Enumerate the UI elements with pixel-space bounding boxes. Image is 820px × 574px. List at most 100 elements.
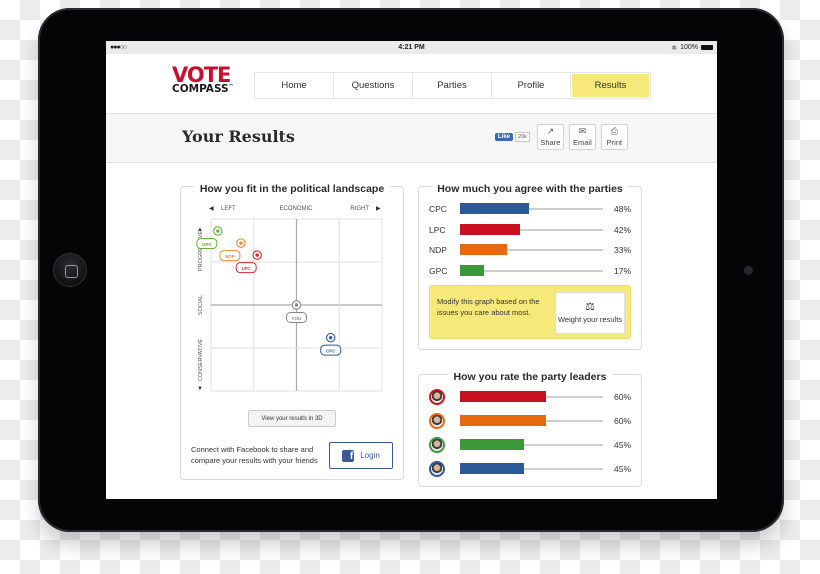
bar-fill — [460, 439, 525, 450]
axis-left-arrow: ◀ — [209, 206, 214, 212]
bar-value: 48% — [613, 204, 631, 214]
leader-avatar — [429, 389, 445, 405]
political-landscape-chart: ◀ LEFT ECONOMIC RIGHT ▶ ▲ PROGRESSIVE SO… — [196, 206, 383, 392]
party-label: LPC — [429, 224, 446, 235]
weight-results-box: Modify this graph based on the issues yo… — [429, 285, 631, 339]
view-3d-button[interactable]: View your results in 3D — [248, 410, 336, 427]
point-label: GPC — [202, 242, 213, 247]
bar-fill — [460, 264, 485, 276]
agreement-panel: How much you agree with the parties CPC 4… — [418, 183, 642, 350]
nav-home[interactable]: Home — [255, 73, 334, 98]
share-label: Share — [540, 138, 561, 147]
leader-avatar — [429, 461, 445, 477]
agreement-row: CPC 48% — [429, 203, 631, 215]
agreement-title: How much you agree with the parties — [431, 183, 629, 195]
axis-down-arrow: ▼ — [197, 386, 203, 392]
logo-compass-text: COMPASS — [172, 83, 229, 95]
logo-tm: ™ — [228, 83, 234, 90]
status-bar: ●●●○○ 4:21 PM ✱ 100% — [106, 41, 717, 54]
point-dot — [329, 335, 333, 340]
home-button[interactable] — [53, 253, 87, 287]
agreement-row: LPC 42% — [429, 223, 631, 236]
status-time: 4:21 PM — [398, 44, 425, 51]
bar-value: 60% — [613, 392, 631, 402]
agreement-row: NDP 33% — [429, 244, 631, 256]
email-label: Email — [573, 138, 592, 147]
nav-profile[interactable]: Profile — [492, 73, 571, 98]
axis-conservative-label: CONSERVATIVE — [198, 339, 204, 382]
agreement-row: GPC 17% — [429, 264, 631, 277]
facebook-connect-text: Connect with Facebook to share and compa… — [191, 445, 318, 466]
axis-social-label: SOCIAL — [198, 295, 204, 315]
leader-avatar — [429, 437, 445, 453]
bar-value: 60% — [613, 416, 631, 426]
point-label: NDP — [225, 254, 235, 259]
bar-value: 42% — [613, 224, 631, 235]
axis-right-label: RIGHT — [350, 206, 369, 212]
leader-row: 45% — [429, 437, 631, 453]
scales-icon: ⚖ — [585, 300, 595, 313]
leader-row: 60% — [429, 389, 631, 405]
page-title: Your Results — [182, 127, 295, 146]
nav-results[interactable]: Results — [572, 74, 649, 97]
point-dot — [294, 303, 299, 307]
bar-value: 45% — [613, 464, 631, 474]
leader-avatar — [429, 413, 445, 429]
leader-row: 45% — [429, 461, 631, 477]
bar-value: 45% — [613, 440, 631, 450]
envelope-icon: ✉ — [578, 126, 587, 136]
facebook-like-button[interactable]: Like 20k — [495, 132, 530, 142]
bar-fill — [460, 244, 508, 255]
axis-economic-label: ECONOMIC — [280, 206, 314, 212]
facebook-login-button[interactable]: f Login — [329, 442, 393, 469]
external-link-icon: ↗ — [546, 126, 555, 136]
weight-results-text: Modify this graph based on the issues yo… — [437, 297, 540, 317]
bar-fill — [460, 203, 529, 214]
agreement-title-wrap: How much you agree with the parties — [419, 179, 641, 197]
point-dot — [239, 241, 243, 245]
bar-value: 33% — [613, 245, 631, 255]
facebook-like-label: Like — [495, 133, 514, 141]
screen: ●●●○○ 4:21 PM ✱ 100% VOTE COMPASS™ Home … — [106, 41, 717, 499]
point-label: YOU — [292, 316, 302, 321]
axis-progressive-label: PROGRESSIVE — [198, 231, 204, 271]
leader-row: 60% — [429, 413, 631, 429]
point-dot — [255, 253, 259, 257]
bar-fill — [460, 415, 546, 426]
party-label: NDP — [429, 245, 447, 255]
facebook-login-label: Login — [360, 451, 380, 460]
email-button[interactable]: ✉ Email — [568, 124, 596, 150]
print-label: Print — [606, 138, 623, 147]
share-button[interactable]: ↗ Share — [536, 124, 564, 150]
axis-left-label: LEFT — [221, 206, 236, 212]
weight-results-label: Weight your results — [557, 314, 623, 324]
axis-right-arrow: ▶ — [376, 206, 381, 212]
bar-value: 17% — [613, 265, 631, 276]
bar-fill — [460, 391, 546, 402]
title-bar: Your Results Like 20k ↗ Share ✉ Email ⎙ … — [106, 113, 717, 163]
weight-results-button[interactable]: ⚖ Weight your results — [555, 292, 625, 334]
logo-compass: COMPASS™ — [172, 84, 234, 95]
nav-parties[interactable]: Parties — [413, 73, 492, 98]
bar-fill — [460, 223, 521, 235]
facebook-like-count: 20k — [515, 132, 530, 142]
leaders-title: How you rate the party leaders — [447, 371, 613, 383]
main-nav: Home Questions Parties Profile Results — [254, 72, 651, 99]
point-dot — [216, 229, 220, 233]
print-button[interactable]: ⎙ Print — [600, 124, 628, 150]
facebook-icon: f — [342, 449, 355, 462]
bar-fill — [460, 463, 525, 474]
printer-icon: ⎙ — [610, 126, 618, 136]
leaders-title-wrap: How you rate the party leaders — [419, 367, 641, 385]
party-label: CPC — [429, 204, 447, 214]
point-label: CPC — [326, 349, 336, 354]
front-camera — [744, 266, 753, 275]
leaders-panel: How you rate the party leaders 60% 60% 45%… — [418, 371, 642, 487]
landscape-panel: How you fit in the political landscape ◀… — [180, 183, 404, 480]
share-tools: Like 20k ↗ Share ✉ Email ⎙ Print — [495, 124, 628, 150]
vote-compass-logo[interactable]: VOTE COMPASS™ — [172, 65, 234, 95]
point-label: LPC — [242, 266, 252, 271]
nav-questions[interactable]: Questions — [334, 73, 413, 98]
site-header: VOTE COMPASS™ Home Questions Parties Pro… — [106, 54, 717, 113]
party-label: GPC — [429, 265, 448, 276]
